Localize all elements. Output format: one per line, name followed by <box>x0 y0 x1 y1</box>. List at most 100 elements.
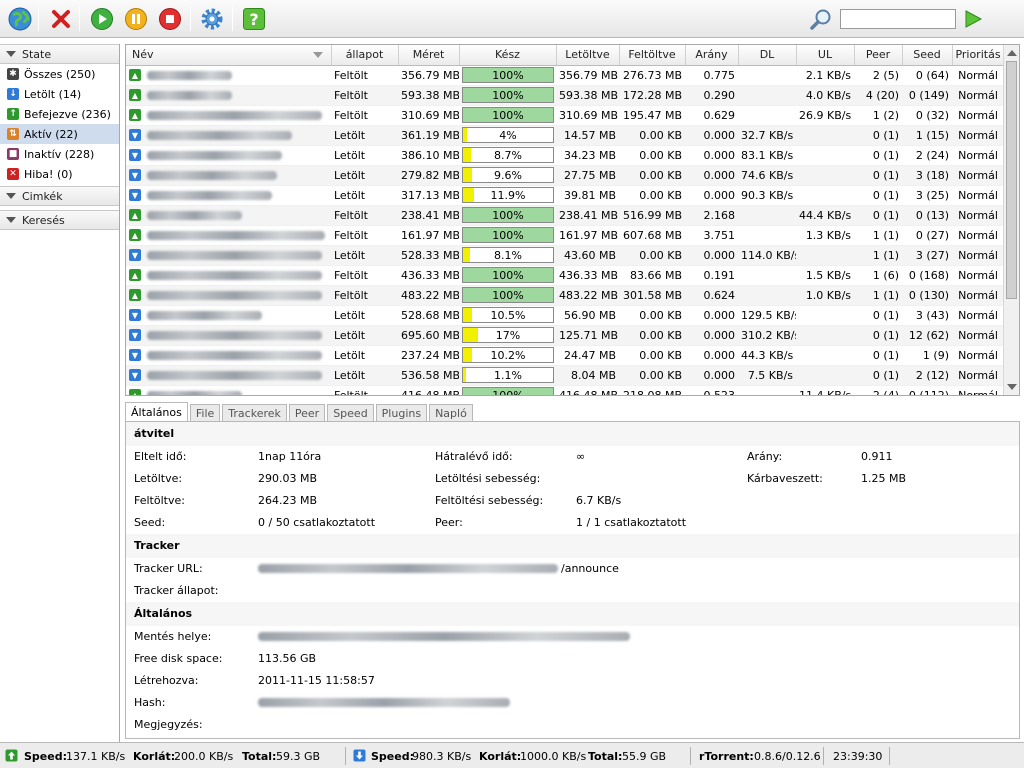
search-section-header[interactable]: Keresés <box>0 210 119 230</box>
search-icon <box>807 5 835 33</box>
tab-4[interactable]: Speed <box>327 404 374 422</box>
column-header[interactable]: Kész <box>459 45 557 66</box>
torrent-row[interactable]: ▼ Letölt 536.58 MB 1.1% 8.04 MB 0.00 KB 0.000 7… <box>126 365 1004 386</box>
torrent-name-cell: ▲ <box>126 225 331 246</box>
torrent-row[interactable]: ▼ Letölt 528.33 MB 8.1% 43.60 MB 0.00 KB 0.000… <box>126 245 1004 266</box>
column-header[interactable]: Arány <box>685 45 739 66</box>
table-scrollbar[interactable] <box>1003 45 1019 395</box>
torrent-name-redacted <box>147 250 322 260</box>
torrent-row[interactable]: ▲ Feltölt 238.41 MB 100% 238.41 MB 516.99 MB 2… <box>126 205 1004 226</box>
tab-6[interactable]: Napló <box>429 404 473 422</box>
tab-5[interactable]: Plugins <box>375 404 428 422</box>
priority-cell: Normál <box>952 345 1004 366</box>
torrent-row[interactable]: ▼ Letölt 279.82 MB 9.6% 27.75 MB 0.00 KB 0.000… <box>126 165 1004 186</box>
sidebar-filter-item[interactable]: ■ Inaktív (228) <box>0 144 119 164</box>
scroll-up-arrow-icon[interactable] <box>1007 50 1017 56</box>
torrent-row[interactable]: ▼ Letölt 317.13 MB 11.9% 39.81 MB 0.00 KB 0.00… <box>126 185 1004 206</box>
size-cell: 361.19 MB <box>398 125 459 146</box>
ratio-cell: 0.000 <box>685 125 738 146</box>
pause-icon[interactable] <box>122 5 150 33</box>
save-path-label: Mentés helye: <box>134 630 212 643</box>
status-cell: Letölt <box>331 165 398 186</box>
torrent-row[interactable]: ▲ Feltölt 416.48 MB 100% 416.48 MB 218.08 MB 0… <box>126 385 1004 395</box>
ul-speed-cell <box>796 145 854 166</box>
torrent-row[interactable]: ▼ Letölt 237.24 MB 10.2% 24.47 MB 0.00 KB 0.00… <box>126 345 1004 366</box>
help-icon[interactable]: ? <box>240 5 268 33</box>
complete-icon: ↑ <box>7 108 19 120</box>
chevron-down-icon <box>6 193 16 199</box>
column-header[interactable]: Név <box>126 45 332 66</box>
size-cell: 528.68 MB <box>398 305 459 326</box>
torrent-row[interactable]: ▲ Feltölt 483.22 MB 100% 483.22 MB 301.58 MB 0… <box>126 285 1004 306</box>
sidebar-filter-item[interactable]: ↑ Befejezve (236) <box>0 104 119 124</box>
column-header[interactable]: Prioritás <box>952 45 1005 66</box>
torrent-row[interactable]: ▲ Feltölt 356.79 MB 100% 356.79 MB 276.73 MB 0… <box>126 65 1004 86</box>
tracker-state-label: Tracker állapot: <box>134 584 219 597</box>
tab-3[interactable]: Peer <box>288 404 326 422</box>
downloaded-cell: 416.48 MB <box>556 385 619 395</box>
column-header[interactable]: Peer <box>854 45 903 66</box>
sidebar-filter-label: Aktív (22) <box>24 127 78 141</box>
torrent-row[interactable]: ▲ Feltölt 161.97 MB 100% 161.97 MB 607.68 MB 3… <box>126 225 1004 246</box>
sidebar-filter-item[interactable]: ✱ Összes (250) <box>0 64 119 84</box>
torrent-row[interactable]: ▲ Feltölt 310.69 MB 100% 310.69 MB 195.47 MB 0… <box>126 105 1004 126</box>
labels-section-header[interactable]: Cimkék <box>0 186 119 206</box>
dl-speed-cell: 310.2 KB/s <box>738 325 796 346</box>
column-header[interactable]: állapot <box>331 45 399 66</box>
downloaded-cell: 24.47 MB <box>556 345 619 366</box>
torrent-row[interactable]: ▲ Feltölt 436.33 MB 100% 436.33 MB 83.66 MB 0.… <box>126 265 1004 286</box>
column-header[interactable]: Feltöltve <box>619 45 686 66</box>
settings-gear-icon[interactable] <box>198 5 226 33</box>
ratio-cell: 0.523 <box>685 385 738 395</box>
tab-1[interactable]: File <box>189 404 221 422</box>
torrent-name-redacted <box>147 170 277 180</box>
ratio-cell: 0.191 <box>685 265 738 286</box>
tracker-url-label: Tracker URL: <box>134 562 203 575</box>
torrent-row[interactable]: ▼ Letölt 386.10 MB 8.7% 34.23 MB 0.00 KB 0.000… <box>126 145 1004 166</box>
column-header[interactable]: UL <box>796 45 855 66</box>
ul-speed-cell: 1.3 KB/s <box>796 225 854 246</box>
column-header-label: UL <box>817 48 833 62</box>
dl-speed-cell: 114.0 KB/s <box>738 245 796 266</box>
uploaded-cell: 0.00 KB <box>619 165 685 186</box>
search-go-icon[interactable] <box>962 8 984 33</box>
tracker-url-redacted <box>258 564 558 573</box>
column-header[interactable]: Seed <box>902 45 953 66</box>
start-icon[interactable] <box>88 5 116 33</box>
size-cell: 416.48 MB <box>398 385 459 395</box>
scroll-down-arrow-icon[interactable] <box>1007 384 1017 390</box>
status-cell: Feltölt <box>331 205 398 226</box>
seed-cell: 0 (13) <box>902 205 952 226</box>
ul-speed-cell: 1.5 KB/s <box>796 265 854 286</box>
size-cell: 161.97 MB <box>398 225 459 246</box>
sidebar-filter-item[interactable]: ✕ Hiba! (0) <box>0 164 119 184</box>
tab-2[interactable]: Trackerek <box>222 404 287 422</box>
stop-icon[interactable] <box>156 5 184 33</box>
remove-icon[interactable] <box>47 5 75 33</box>
status-cell: Feltölt <box>331 105 398 126</box>
status-cell: Letölt <box>331 245 398 266</box>
downloading-icon: ▼ <box>129 329 141 341</box>
column-header[interactable]: DL <box>738 45 797 66</box>
progress-bar: 100% <box>462 107 554 123</box>
progress-cell: 100% <box>459 285 556 306</box>
scroll-thumb[interactable] <box>1006 61 1017 299</box>
add-torrent-globe-icon[interactable] <box>6 5 34 33</box>
torrent-row[interactable]: ▼ Letölt 528.68 MB 10.5% 56.90 MB 0.00 KB 0.00… <box>126 305 1004 326</box>
column-header[interactable]: Letöltve <box>556 45 620 66</box>
downloaded-cell: 125.71 MB <box>556 325 619 346</box>
seed-label: Seed: <box>134 516 166 529</box>
torrent-row[interactable]: ▼ Letölt 695.60 MB 17% 125.71 MB 0.00 KB 0.000… <box>126 325 1004 346</box>
peer-cell: 4 (20) <box>854 85 902 106</box>
sidebar-filter-item[interactable]: ↓ Letölt (14) <box>0 84 119 104</box>
column-header[interactable]: Méret <box>398 45 460 66</box>
sidebar-filter-item[interactable]: ⇅ Aktív (22) <box>0 124 119 144</box>
torrent-row[interactable]: ▼ Letölt 361.19 MB 4% 14.57 MB 0.00 KB 0.000 32… <box>126 125 1004 146</box>
torrent-name-redacted <box>147 90 232 100</box>
state-section-header[interactable]: State <box>0 44 119 64</box>
tab-0[interactable]: Általános <box>125 402 188 422</box>
torrent-row[interactable]: ▲ Feltölt 593.38 MB 100% 593.38 MB 172.28 MB 0… <box>126 85 1004 106</box>
ul-speed-cell <box>796 165 854 186</box>
size-cell: 356.79 MB <box>398 65 459 86</box>
search-input[interactable] <box>840 9 956 29</box>
